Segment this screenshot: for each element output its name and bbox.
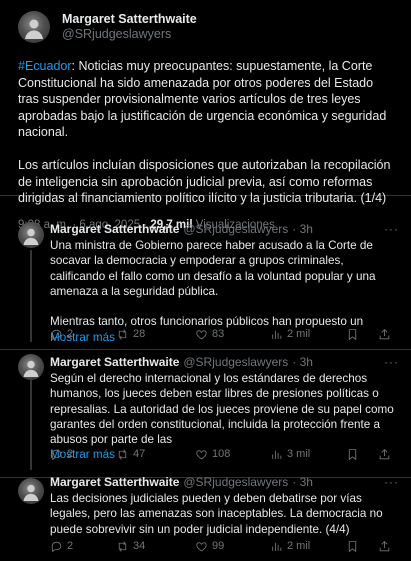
author-handle[interactable]: @SRjudgeslawyers [183,355,288,369]
reply-text: Las decisiones judiciales pueden y deben… [50,492,383,536]
reply-header: Margaret Satterthwaite @SRjudgeslawyers … [50,355,399,369]
reply-count: 2 [67,328,74,340]
bookmark-button[interactable] [346,448,359,461]
views-icon [272,330,282,339]
reply-count: 2 [67,540,74,552]
reply-tweet[interactable]: Margaret Satterthwaite @SRjudgeslawyers … [0,196,411,350]
like-count: 99 [212,540,225,552]
avatar-person-icon [25,19,43,39]
bookmark-button[interactable] [346,328,359,341]
reply-body: Margaret Satterthwaite @SRjudgeslawyers … [50,475,399,537]
like-icon [196,541,207,551]
repost-button[interactable]: 34 [116,540,145,553]
avatar-person-icon [23,360,39,377]
repost-icon [118,540,127,552]
author-name[interactable]: Margaret Satterthwaite [62,12,197,27]
action-bar: 2 47 108 3 mil [50,447,399,461]
share-button[interactable] [378,540,391,553]
reply-count: 2 [67,448,74,460]
share-button[interactable] [378,328,391,341]
avatar[interactable] [18,222,44,248]
repost-icon [118,448,127,460]
like-icon [196,449,207,459]
reply-time[interactable]: · 3h [292,355,313,369]
action-bar: 2 28 83 2 mil [50,327,399,341]
reply-text: Una ministra de Gobierno parece haber ac… [50,239,376,329]
reply-header: Margaret Satterthwaite @SRjudgeslawyers … [50,475,399,489]
reply-button[interactable]: 2 [50,448,73,461]
author-handle[interactable]: @SRjudgeslawyers [183,222,288,236]
hashtag-link[interactable]: #Ecuador [18,59,72,73]
author-handle[interactable]: @SRjudgeslawyers [183,475,288,489]
repost-count: 28 [133,328,146,340]
avatar[interactable] [18,354,44,380]
reply-header: Margaret Satterthwaite @SRjudgeslawyers … [50,222,399,236]
share-button[interactable] [378,448,391,461]
reply-icon [51,449,62,460]
bookmark-icon [348,328,357,340]
views-button[interactable]: 3 mil [270,448,310,461]
reply-button[interactable]: 2 [50,540,73,553]
share-icon [379,328,390,339]
bookmark-icon [348,448,357,460]
reply-icon [51,329,62,340]
reply-text: Según el derecho internacional y los est… [50,372,394,447]
view-count: 2 mil [287,328,311,340]
author-name[interactable]: Margaret Satterthwaite [50,355,179,369]
avatar[interactable] [18,11,50,43]
view-count: 3 mil [287,448,311,460]
main-tweet: Margaret Satterthwaite @SRjudgeslawyers … [0,0,411,231]
views-icon [272,450,282,459]
like-count: 83 [212,328,225,340]
like-icon [196,329,207,339]
author-name[interactable]: Margaret Satterthwaite [50,222,179,236]
more-icon[interactable]: ··· [384,475,399,489]
avatar-person-icon [23,484,39,501]
bookmark-icon [348,540,357,552]
reply-tweet[interactable]: Margaret Satterthwaite @SRjudgeslawyers … [0,475,411,561]
author-handle[interactable]: @SRjudgeslawyers [62,27,197,42]
share-icon [379,540,390,551]
views-button[interactable]: 2 mil [270,328,310,341]
views-button[interactable]: 2 mil [270,540,310,553]
avatar[interactable] [18,478,44,504]
repost-icon [118,328,127,340]
avatar-person-icon [23,228,39,245]
repost-count: 34 [133,540,146,552]
reply-time[interactable]: · 3h [292,222,313,236]
repost-count: 47 [133,448,146,460]
tweet-text: #Ecuador: Noticias muy preocupantes: sup… [18,58,397,207]
more-icon[interactable]: ··· [384,355,399,369]
view-count: 2 mil [287,540,311,552]
author-info: Margaret Satterthwaite @SRjudgeslawyers [62,12,197,42]
reply-icon [51,541,62,552]
action-bar: 2 34 99 2 mil [50,539,399,553]
main-author-row: Margaret Satterthwaite @SRjudgeslawyers [18,10,397,44]
tweet-body: : Noticias muy preocupantes: supuestamen… [18,59,391,205]
reply-time[interactable]: · 3h [292,475,313,489]
like-button[interactable]: 108 [195,448,230,461]
repost-button[interactable]: 28 [116,328,145,341]
author-name[interactable]: Margaret Satterthwaite [50,475,179,489]
share-icon [379,448,390,459]
views-icon [272,542,282,551]
bookmark-button[interactable] [346,540,359,553]
reply-button[interactable]: 2 [50,328,73,341]
reply-tweet[interactable]: Margaret Satterthwaite @SRjudgeslawyers … [0,350,411,478]
repost-button[interactable]: 47 [116,448,145,461]
more-icon[interactable]: ··· [384,222,399,236]
like-button[interactable]: 83 [195,328,224,341]
like-button[interactable]: 99 [195,540,224,553]
like-count: 108 [212,448,231,460]
